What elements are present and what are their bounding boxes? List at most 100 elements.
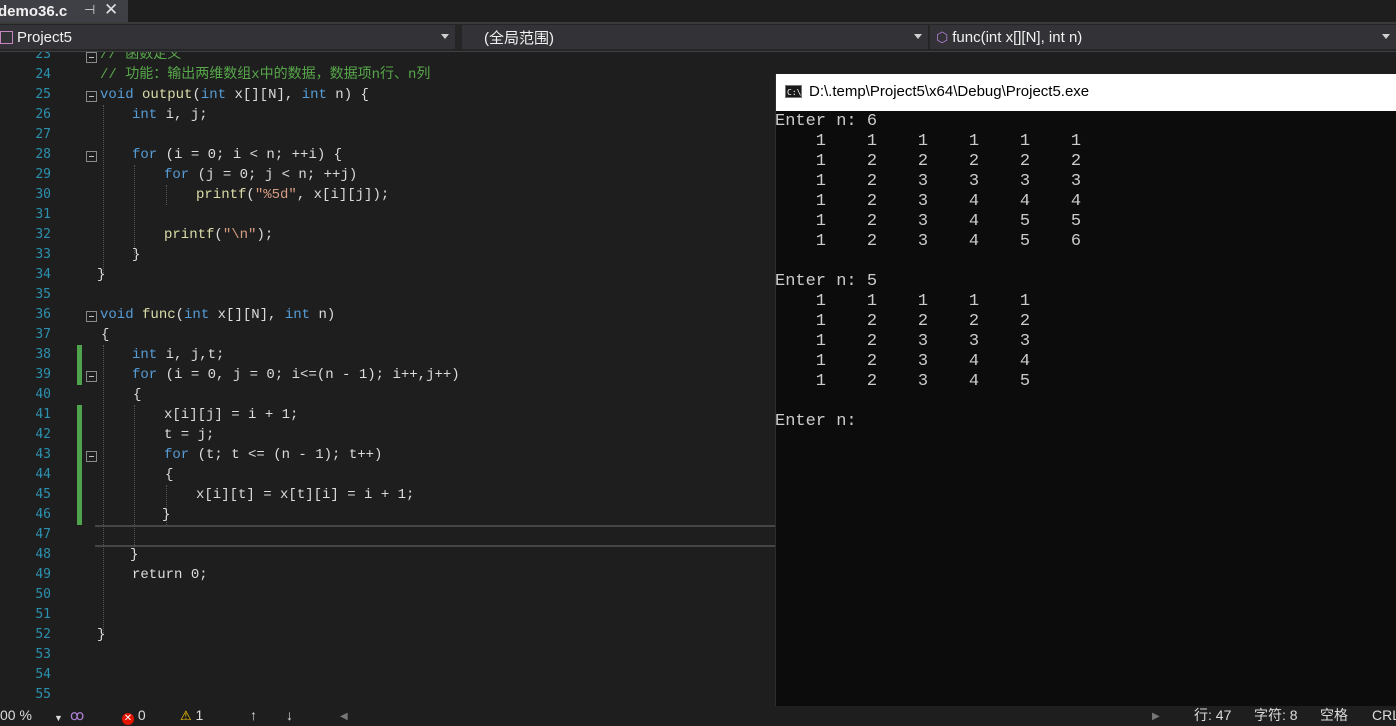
- code-comment: // 功能：输出两维数组x中的数据，数据项n行、n列: [100, 67, 431, 83]
- line-number: 42: [35, 427, 51, 442]
- code-line: return 0;: [132, 567, 208, 583]
- console-line: 1 2 3 4 5: [775, 372, 1031, 391]
- error-icon: ✕: [122, 713, 134, 725]
- line-number: 48: [35, 547, 51, 562]
- console-line: 1 2 3 3 3: [775, 332, 1031, 351]
- function-cube-icon: ⬡: [936, 28, 949, 45]
- warning-icon: ⚠: [180, 708, 192, 723]
- line-number: 34: [35, 267, 51, 282]
- close-tab-icon[interactable]: ✕: [104, 0, 118, 20]
- code-line: {: [101, 327, 110, 343]
- project-icon: [0, 30, 13, 44]
- line-number: 31: [35, 207, 51, 222]
- line-number: 37: [35, 327, 51, 342]
- char-indicator[interactable]: 字符: 8: [1254, 707, 1298, 723]
- error-count[interactable]: ✕ 0: [122, 707, 146, 725]
- console-app-icon: C:\: [785, 85, 802, 98]
- line-number: 35: [35, 287, 51, 302]
- line-number: 46: [35, 507, 51, 522]
- line-indicator[interactable]: 行: 47: [1194, 707, 1231, 723]
- console-line: 1 2 3 4 5 5: [775, 212, 1082, 231]
- line-number: 25: [35, 87, 51, 102]
- console-title-bar[interactable]: C:\ D:\.temp\Project5\x64\Debug\Project5…: [776, 74, 1396, 111]
- line-number: 47: [35, 527, 51, 542]
- code-line: {: [165, 467, 174, 483]
- console-line: 1 2 3 4 5 6: [775, 232, 1082, 251]
- line-number: 23: [35, 52, 51, 62]
- console-line: 1 2 2 2 2: [775, 312, 1031, 331]
- code-line: int i, j,t;: [132, 347, 225, 363]
- line-number: 26: [35, 107, 51, 122]
- line-number: 54: [35, 667, 51, 682]
- code-line: }: [97, 267, 106, 283]
- console-line: 1 2 2 2 2 2: [775, 152, 1082, 171]
- code-line: }: [162, 507, 171, 523]
- line-number: 41: [35, 407, 51, 422]
- line-number: 38: [35, 347, 51, 362]
- code-line: {: [133, 387, 142, 403]
- member-dropdown[interactable]: ⬡ func(int x[][N], int n): [930, 25, 1396, 49]
- chevron-down-icon: [441, 34, 449, 39]
- line-number: 29: [35, 167, 51, 182]
- line-number: 44: [35, 467, 51, 482]
- scope-dropdown[interactable]: (全局范围): [462, 25, 928, 49]
- console-window[interactable]: C:\ D:\.temp\Project5\x64\Debug\Project5…: [775, 74, 1396, 711]
- member-label: func(int x[][N], int n): [952, 28, 1083, 46]
- whitespace-indicator[interactable]: 空格: [1320, 707, 1348, 723]
- console-title: D:\.temp\Project5\x64\Debug\Project5.exe: [809, 83, 1090, 100]
- console-line: 1 1 1 1 1: [775, 292, 1031, 311]
- project-label: Project5: [17, 28, 73, 46]
- project-dropdown[interactable]: Project5: [0, 25, 455, 49]
- code-line: }: [130, 547, 139, 563]
- line-number: 27: [35, 127, 51, 142]
- warning-count[interactable]: ⚠ 1: [180, 707, 203, 724]
- line-number: 32: [35, 227, 51, 242]
- console-line: 1 2 3 4 4: [775, 352, 1031, 371]
- line-number: 39: [35, 367, 51, 382]
- pin-icon[interactable]: ⊣: [84, 2, 95, 18]
- line-number: 36: [35, 307, 51, 322]
- code-line: }: [97, 627, 106, 643]
- zoom-dropdown-icon[interactable]: ▼: [54, 710, 63, 726]
- line-number: 33: [35, 247, 51, 262]
- code-line: for (i = 0; i < n; ++i) {: [132, 147, 343, 163]
- next-issue-icon[interactable]: ↓: [286, 707, 293, 723]
- line-number: 50: [35, 587, 51, 602]
- console-line: Enter n:: [775, 412, 857, 431]
- console-line: 1 1 1 1 1 1: [775, 132, 1082, 151]
- code-line: printf("\n");: [164, 227, 274, 243]
- code-comment: // 函数定义: [100, 52, 182, 63]
- code-line: t = j;: [164, 427, 215, 443]
- editor-status-bar: 00 % ▼ ꝏ ✕ 0 ⚠ 1 ↑ ↓ ◀ ▶ 行: 47 字符: 8 空格 …: [0, 706, 1396, 726]
- code-line: for (i = 0, j = 0; i<=(n - 1); i++,j++): [132, 367, 460, 383]
- line-number: 51: [35, 607, 51, 622]
- document-tab-bar: demo36.c ⊣ ✕: [0, 0, 1396, 24]
- line-number: 53: [35, 647, 51, 662]
- console-line: 1 2 3 3 3 3: [775, 172, 1082, 191]
- chevron-down-icon: [1382, 34, 1390, 39]
- code-line: }: [132, 247, 141, 263]
- line-number: 40: [35, 387, 51, 402]
- line-number: 55: [35, 687, 51, 702]
- line-number: 28: [35, 147, 51, 162]
- previous-issue-icon[interactable]: ↑: [250, 707, 257, 723]
- line-number: 43: [35, 447, 51, 462]
- line-number: 45: [35, 487, 51, 502]
- document-tab[interactable]: demo36.c ⊣ ✕: [0, 0, 128, 22]
- console-line: 1 2 3 4 4 4: [775, 192, 1082, 211]
- tab-title: demo36.c: [0, 2, 68, 20]
- code-line: x[i][j] = i + 1;: [164, 407, 299, 423]
- code-line: for (t; t <= (n - 1); t++): [164, 447, 383, 463]
- line-ending-indicator[interactable]: CRL: [1372, 707, 1396, 723]
- code-line: int i, j;: [132, 107, 208, 123]
- line-number: 30: [35, 187, 51, 202]
- zoom-level[interactable]: 00 %: [0, 707, 32, 723]
- console-line: Enter n: 6: [775, 112, 878, 131]
- code-line: x[i][t] = x[t][i] = i + 1;: [196, 487, 415, 503]
- code-line: for (j = 0; j < n; ++j): [164, 167, 358, 183]
- line-number: 52: [35, 627, 51, 642]
- intellicode-icon[interactable]: ꝏ: [70, 707, 84, 723]
- code-line: void func(int x[][N], int n): [100, 307, 336, 323]
- line-number: 24: [35, 67, 51, 82]
- line-number: 49: [35, 567, 51, 582]
